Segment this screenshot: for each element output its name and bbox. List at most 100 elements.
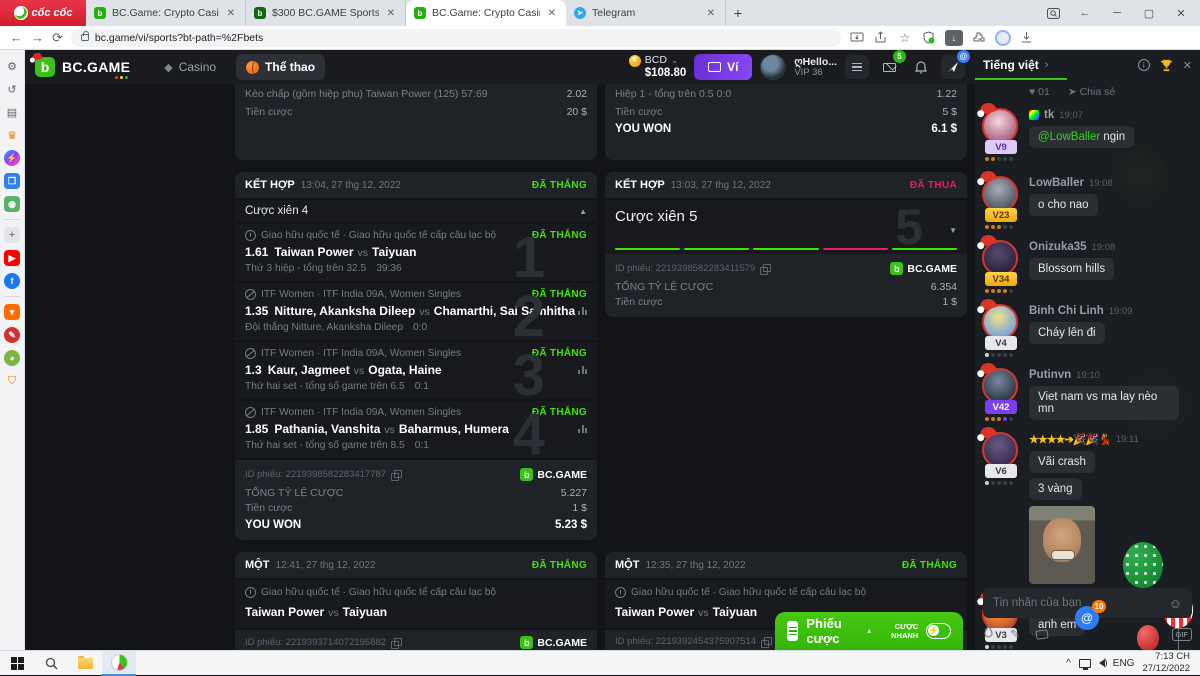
avatar[interactable] xyxy=(982,368,1018,404)
mention-text[interactable]: @LowBaller xyxy=(1038,131,1100,143)
stats-chart-icon[interactable] xyxy=(578,366,587,374)
betslip-bar[interactable]: Phiếu cược CƯỢC NHANH ⚡ xyxy=(775,612,963,650)
nav-tab-casino[interactable]: ◆ Casino xyxy=(154,54,226,80)
window-close-button[interactable]: ✕ xyxy=(1166,1,1196,25)
parlay-title-row[interactable]: 5 Cược xiên 5 xyxy=(605,198,967,254)
coccoc-brand[interactable]: cốc cốc xyxy=(0,0,86,26)
chat-username[interactable]: Onizuka35 xyxy=(1029,241,1087,253)
games-icon[interactable]: ◉ xyxy=(4,196,20,212)
bet-list-button[interactable] xyxy=(845,55,869,79)
window-minimize-button[interactable]: ─ xyxy=(1102,1,1132,25)
avatar[interactable] xyxy=(982,240,1018,276)
quick-bet-toggle[interactable]: ⚡ xyxy=(926,623,951,639)
speaker-icon[interactable] xyxy=(1099,659,1105,667)
ticket-tag-icon[interactable] xyxy=(1035,629,1048,640)
mention-jump-button[interactable]: @ 10 xyxy=(1075,606,1099,630)
taskbar-search-button[interactable] xyxy=(34,651,68,676)
parlay-title-row[interactable]: Cược xiên 4 xyxy=(235,198,597,224)
chat-username[interactable]: tk xyxy=(1044,109,1054,121)
tab-close-icon[interactable] xyxy=(385,8,397,19)
wallet-button[interactable]: Ví xyxy=(694,54,752,80)
chat-toggle-button[interactable]: @ xyxy=(941,55,965,79)
coin-rain-icon[interactable] xyxy=(983,625,994,643)
avatar[interactable] xyxy=(982,176,1018,212)
window-maximize-button[interactable]: ▢ xyxy=(1134,1,1164,25)
mail-button[interactable]: 5 xyxy=(877,55,901,79)
chat-username[interactable]: ★★★★➔🎉🎉💃 xyxy=(1029,433,1111,446)
copy-icon[interactable] xyxy=(391,638,400,647)
bookmark-star-icon[interactable] xyxy=(897,30,913,46)
avatar[interactable] xyxy=(982,432,1018,468)
close-chat-icon[interactable] xyxy=(1183,59,1192,72)
chat-username[interactable]: Binh Chi Linh xyxy=(1029,305,1104,317)
file-explorer-button[interactable] xyxy=(68,651,102,676)
avatar[interactable] xyxy=(982,304,1018,340)
chat-username[interactable]: LowBaller xyxy=(1029,177,1084,189)
stats-chart-icon[interactable] xyxy=(578,307,587,315)
back-button[interactable]: ← xyxy=(10,30,23,45)
meme-image[interactable] xyxy=(1029,506,1095,584)
extensions-puzzle-icon[interactable] xyxy=(971,30,987,46)
collapse-icon[interactable] xyxy=(579,207,587,216)
history-icon[interactable]: ↺ xyxy=(4,81,20,97)
browser-tab-1[interactable]: b BC.Game: Crypto Casino Gan xyxy=(86,0,246,26)
save-page-icon[interactable] xyxy=(849,30,865,46)
coccoc-taskbar-button[interactable] xyxy=(102,651,136,676)
single-bet-card-left[interactable]: MỘT 12:41, 27 thg 12, 2022 ĐÃ THẮNG Giao… xyxy=(235,552,597,650)
like-button[interactable]: 01 xyxy=(1029,86,1050,98)
crown-promo-icon[interactable]: ♛ xyxy=(4,127,20,143)
forward-button[interactable]: → xyxy=(31,30,44,45)
avatar[interactable] xyxy=(982,108,1018,144)
browser-tab-4[interactable]: ➤ Telegram xyxy=(566,0,726,26)
user-info[interactable]: ღHello... VIP 36 xyxy=(794,56,837,79)
emoji-icon[interactable] xyxy=(1169,596,1182,611)
cart-icon[interactable]: ⛉ xyxy=(4,373,20,389)
show-hidden-icons[interactable]: ^ xyxy=(1066,658,1071,669)
profile-avatar[interactable] xyxy=(995,30,1011,46)
expand-icon[interactable] xyxy=(949,226,957,235)
tab-close-icon[interactable] xyxy=(546,8,558,19)
facebook-icon[interactable]: f xyxy=(4,273,20,289)
language-indicator[interactable]: ENG xyxy=(1113,658,1135,669)
browser-tab-2[interactable]: b $300 BC.GAME Sports Parlay xyxy=(246,0,406,26)
parlay-bet-card-lost[interactable]: KẾT HỢP 13:03, 27 thg 12, 2022 ĐÃ THUA 5… xyxy=(605,172,967,317)
download-manager-icon[interactable]: ↓ xyxy=(945,30,963,46)
stats-chart-icon[interactable] xyxy=(578,425,587,433)
notifications-button[interactable] xyxy=(909,55,933,79)
copy-icon[interactable] xyxy=(760,264,769,273)
bet-card-partial-left[interactable]: Kèo chấp (gồm hiệp phụ) Taiwan Power (12… xyxy=(235,84,597,160)
news-edit-icon[interactable]: ✎ xyxy=(4,327,20,343)
settings-gear-icon[interactable]: ⚙ xyxy=(4,58,20,74)
chevron-right-icon[interactable] xyxy=(1045,59,1049,71)
trophy-icon[interactable] xyxy=(1160,59,1173,72)
clock[interactable]: 7:13 CH 27/12/2022 xyxy=(1142,651,1190,675)
downloads-tray-icon[interactable] xyxy=(1019,30,1035,46)
youtube-icon[interactable]: ▶ xyxy=(4,250,20,266)
bcgame-logo[interactable]: b BC.GAME xyxy=(35,57,130,77)
share-button[interactable]: Chia sẻ xyxy=(1068,86,1115,98)
bet-card-partial-right[interactable]: Hiệp 1 - tổng trên 0.5 0:01.22 Tiền cược… xyxy=(605,84,967,160)
network-icon[interactable] xyxy=(1079,659,1091,668)
chat-tool-icon[interactable]: ❐ xyxy=(4,173,20,189)
shopping-bag-icon[interactable]: ▾ xyxy=(4,304,20,320)
user-avatar[interactable] xyxy=(760,54,786,80)
deals-icon[interactable]: ◕ xyxy=(4,350,20,366)
reload-button[interactable]: ⟳ xyxy=(52,30,63,46)
rules-pencil-icon[interactable] xyxy=(1010,627,1020,641)
chat-language-selector[interactable]: Tiếng việt xyxy=(983,58,1039,72)
info-icon[interactable]: i xyxy=(1138,59,1150,71)
tab-close-icon[interactable] xyxy=(225,8,237,19)
add-shortcut-icon[interactable]: + xyxy=(4,227,20,243)
lock-icon[interactable] xyxy=(81,34,89,41)
currency-selector[interactable]: ¢BCD $108.80 xyxy=(629,55,687,80)
nav-tab-sports[interactable]: Thể thao xyxy=(236,54,325,80)
browser-tab-active[interactable]: b BC.Game: Crypto Casino Gan xyxy=(406,0,566,26)
share-icon[interactable] xyxy=(873,30,889,46)
tab-close-icon[interactable] xyxy=(705,8,717,19)
chat-username[interactable]: Putinvn xyxy=(1029,369,1071,381)
copy-icon[interactable] xyxy=(761,637,770,646)
tab-search-icon[interactable] xyxy=(1038,1,1068,25)
parlay-bet-card-won[interactable]: KẾT HỢP 13:04, 27 thg 12, 2022 ĐÃ THẮNG … xyxy=(235,172,597,540)
shield-adblock-icon[interactable] xyxy=(921,30,937,46)
copy-icon[interactable] xyxy=(391,470,400,479)
